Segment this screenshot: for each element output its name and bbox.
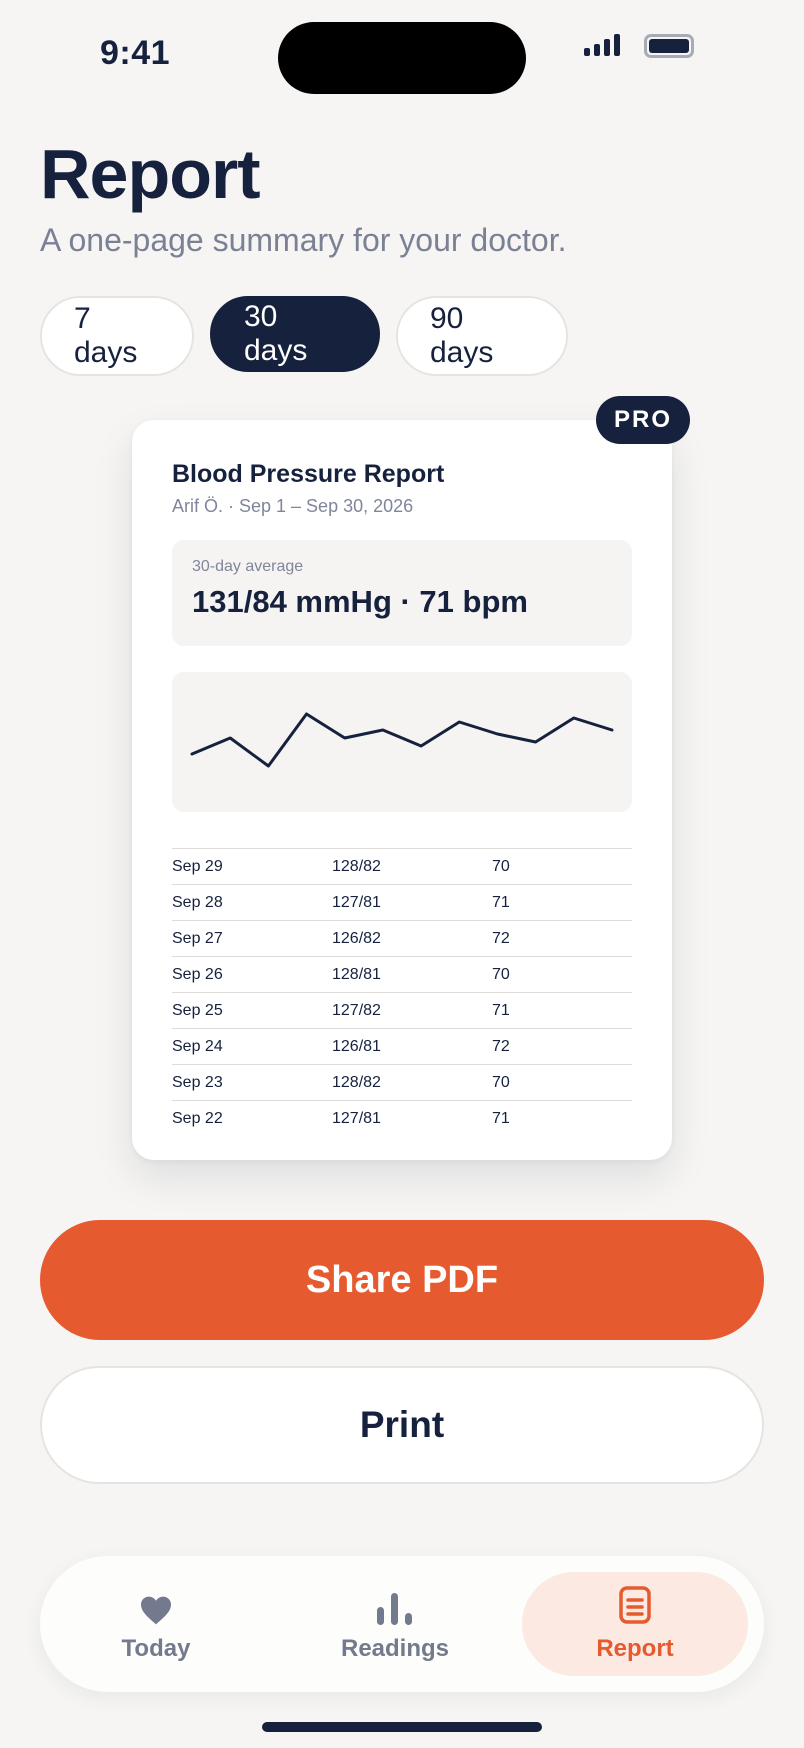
reading-date: Sep 26 — [172, 965, 223, 983]
table-row: Sep 23 128/82 70 — [172, 1065, 632, 1101]
tab-report-label: Report — [596, 1635, 674, 1662]
bar-chart-icon — [375, 1585, 415, 1625]
home-indicator — [262, 1722, 542, 1732]
range-chip-30-days[interactable]: 30 days — [210, 296, 380, 372]
tab-readings[interactable]: Readings — [300, 1572, 490, 1676]
reading-bp: 128/81 — [332, 965, 381, 983]
average-value: 131/84 mmHg · 71 bpm — [192, 584, 528, 619]
report-preview-card: Blood Pressure Report Arif Ö. · Sep 1 – … — [132, 420, 672, 1160]
trend-line — [190, 712, 614, 768]
report-title: Blood Pressure Report — [172, 460, 445, 488]
reading-pulse: 72 — [492, 929, 510, 947]
table-row: Sep 27 126/82 72 — [172, 921, 632, 957]
reading-pulse: 71 — [492, 1110, 510, 1127]
reading-bp: 126/81 — [332, 1037, 381, 1055]
reading-bp: 127/82 — [332, 1001, 381, 1019]
table-row: Sep 28 127/81 71 — [172, 885, 632, 921]
tab-today[interactable]: Today — [70, 1572, 242, 1676]
signal-icon — [584, 34, 620, 56]
table-row: Sep 26 128/81 70 — [172, 957, 632, 993]
reading-pulse: 70 — [492, 965, 510, 983]
reading-bp: 128/82 — [332, 857, 381, 875]
reading-bp: 127/81 — [332, 1110, 381, 1127]
page-title: Report — [40, 135, 261, 213]
report-meta: Arif Ö. · Sep 1 – Sep 30, 2026 — [172, 496, 414, 516]
reading-date: Sep 27 — [172, 929, 223, 947]
range-chip-90-days[interactable]: 90 days — [396, 296, 568, 376]
reading-pulse: 70 — [492, 857, 510, 875]
reading-pulse: 71 — [492, 1001, 510, 1019]
table-row: Sep 24 126/81 72 — [172, 1029, 632, 1065]
status-time: 9:41 — [100, 34, 171, 72]
table-row: Sep 25 127/82 71 — [172, 993, 632, 1029]
tab-report[interactable]: Report — [522, 1572, 748, 1676]
range-chip-7-days[interactable]: 7 days — [40, 296, 194, 376]
reading-date: Sep 22 — [172, 1110, 223, 1127]
reading-bp: 126/82 — [332, 929, 381, 947]
readings-table: Sep 29 128/82 70 Sep 28 127/81 71 Sep 27… — [172, 848, 632, 1137]
reading-date: Sep 28 — [172, 893, 223, 911]
page-subtitle: A one-page summary for your doctor. — [40, 222, 567, 258]
document-icon — [618, 1585, 652, 1625]
reading-pulse: 72 — [492, 1037, 510, 1055]
reading-bp: 128/82 — [332, 1073, 381, 1091]
average-label: 30-day average — [192, 558, 304, 575]
reading-date: Sep 29 — [172, 857, 223, 875]
table-row: Sep 22 127/81 71 — [172, 1101, 632, 1137]
trend-chart — [172, 672, 632, 812]
reading-bp: 127/81 — [332, 893, 381, 911]
pro-badge: PRO — [596, 396, 690, 444]
reading-date: Sep 24 — [172, 1037, 223, 1055]
reading-date: Sep 25 — [172, 1001, 223, 1019]
tab-bar: Today Readings Report — [40, 1556, 764, 1692]
reading-pulse: 71 — [492, 893, 510, 911]
tab-readings-label: Readings — [340, 1635, 450, 1662]
report-screen: 9:41 Report A one-page summary for your … — [0, 0, 804, 1748]
share-pdf-button[interactable]: Share PDF — [40, 1220, 764, 1340]
reading-date: Sep 23 — [172, 1073, 223, 1091]
table-row: Sep 29 128/82 70 — [172, 849, 632, 885]
trend-chart-svg — [190, 712, 614, 768]
average-summary: 30-day average 131/84 mmHg · 71 bpm — [172, 540, 632, 646]
heart-icon — [139, 1585, 173, 1625]
print-button[interactable]: Print — [40, 1366, 764, 1484]
tab-today-label: Today — [121, 1635, 191, 1662]
dynamic-island — [278, 22, 526, 94]
reading-pulse: 70 — [492, 1073, 510, 1091]
battery-icon — [644, 34, 694, 58]
range-selector: 7 days 30 days 90 days — [40, 296, 568, 376]
